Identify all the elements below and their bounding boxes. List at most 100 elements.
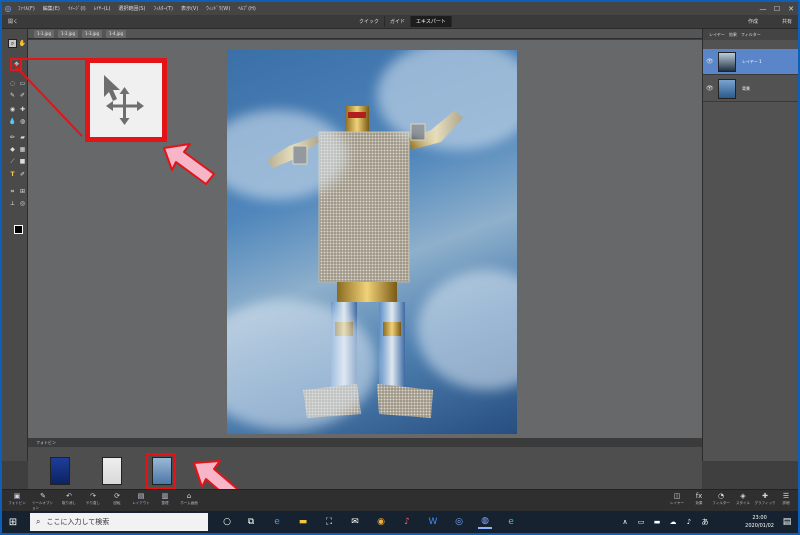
- shape-tool-icon[interactable]: ■: [18, 157, 27, 166]
- rotate-button[interactable]: ⟳ 回転: [106, 492, 128, 510]
- menu-bar: ◎ ﾌｧｲﾙ(F) 編集(E) ｲﾒｰｼﾞ(I) ﾚｲﾔｰ(L) 選択範囲(S)…: [2, 2, 798, 15]
- taskbar-search-input[interactable]: ⌕ ここに入力して検索: [30, 513, 208, 531]
- windows-start-icon[interactable]: ⊞: [6, 515, 20, 529]
- hand-tool-icon[interactable]: ✋: [18, 39, 27, 48]
- share-button[interactable]: 共有: [782, 18, 792, 25]
- doc-tab[interactable]: 1-1.jpg: [34, 29, 54, 38]
- menu-image[interactable]: ｲﾒｰｼﾞ(I): [64, 5, 90, 12]
- photo-bin-thumbnail[interactable]: [102, 457, 122, 485]
- panel-tab-effects[interactable]: 効果: [729, 32, 737, 38]
- mail-icon[interactable]: ✉: [348, 515, 362, 529]
- selected-thumbnail-highlight: [146, 453, 176, 489]
- document-image[interactable]: [227, 50, 517, 434]
- menu-view[interactable]: 表示(V): [177, 5, 202, 12]
- create-button[interactable]: 作成: [748, 18, 758, 25]
- more-button[interactable]: ☰ 詳細: [775, 492, 797, 510]
- menu-edit[interactable]: 編集(E): [39, 5, 64, 12]
- panel-tab-filters[interactable]: フィルター: [741, 32, 761, 38]
- menu-file[interactable]: ﾌｧｲﾙ(F): [14, 5, 39, 12]
- minimize-button[interactable]: —: [756, 5, 770, 13]
- recompose-tool-icon[interactable]: ⊞: [18, 187, 27, 196]
- menu-select[interactable]: 選択範囲(S): [114, 5, 149, 12]
- menu-window[interactable]: ｳｨﾝﾄﾞｳ(W): [202, 5, 234, 12]
- blur-tool-icon[interactable]: 💧: [8, 117, 17, 126]
- ime-icon[interactable]: あ: [698, 515, 712, 529]
- marquee-tool-icon[interactable]: ▭: [18, 79, 27, 88]
- layer-row[interactable]: 👁 レイヤー 1: [703, 49, 798, 75]
- filters-button[interactable]: ◔ フィルター: [710, 492, 732, 510]
- clock-date: 2020/01/02: [745, 523, 774, 529]
- doc-tab[interactable]: 1-3.jpg: [82, 29, 102, 38]
- speaker-icon[interactable]: ♪: [682, 515, 696, 529]
- lasso-tool-icon[interactable]: ◌: [8, 79, 17, 88]
- paint-bucket-icon[interactable]: ◆: [8, 145, 17, 154]
- open-button[interactable]: 開く: [8, 18, 18, 25]
- menu-filter[interactable]: ﾌｨﾙﾀｰ(T): [150, 5, 177, 12]
- layers-button[interactable]: ◫ レイヤー: [666, 492, 688, 510]
- pencil-tool-icon[interactable]: ✐: [18, 170, 27, 179]
- music-icon[interactable]: ♪: [400, 515, 414, 529]
- styles-button[interactable]: ◈ スタイル: [732, 492, 754, 510]
- eye-tool-icon[interactable]: ◉: [8, 105, 17, 114]
- file-explorer-icon[interactable]: ▬: [296, 515, 310, 529]
- maximize-button[interactable]: ☐: [770, 5, 784, 13]
- tab-expert[interactable]: エキスパート: [411, 16, 452, 27]
- eye-icon[interactable]: 👁: [706, 58, 714, 65]
- graphics-button[interactable]: ✚ グラフィック: [754, 492, 776, 510]
- photo-bin-thumbnail[interactable]: [50, 457, 70, 485]
- effects-button[interactable]: fx 効果: [688, 492, 710, 510]
- brush-tool-icon[interactable]: ✏: [8, 133, 17, 142]
- tool-options-button[interactable]: ✎ ツールオプション: [32, 492, 54, 510]
- chrome-icon[interactable]: ◉: [374, 515, 388, 529]
- doc-tab[interactable]: 1-2.jpg: [58, 29, 78, 38]
- redeye-tool-icon[interactable]: ◎: [18, 199, 27, 208]
- taskbar-clock[interactable]: 23:00 2020/01/02: [745, 514, 774, 530]
- zoom-tool-icon[interactable]: ⌕: [8, 39, 17, 48]
- close-button[interactable]: ✕: [784, 5, 798, 13]
- spot-heal-icon[interactable]: ✚: [18, 105, 27, 114]
- eyedropper-icon[interactable]: ⟋: [8, 157, 17, 166]
- photoshop-elements-icon[interactable]: ◎: [452, 515, 466, 529]
- sponge-tool-icon[interactable]: ◍: [18, 117, 27, 126]
- photoshop-elements-editor-icon[interactable]: ◍: [478, 515, 492, 529]
- type-tool-icon[interactable]: T: [8, 170, 17, 179]
- panel-header: レイヤー 効果 フィルター: [703, 29, 798, 40]
- tray-chevron-icon[interactable]: ∧: [618, 515, 632, 529]
- cloud-icon[interactable]: ☁: [666, 515, 680, 529]
- organizer-button[interactable]: ▥ 整理: [154, 492, 176, 510]
- layout-icon: ▤: [137, 492, 145, 500]
- undo-button[interactable]: ↶ 取り消し: [58, 492, 80, 510]
- word-icon[interactable]: W: [426, 515, 440, 529]
- layer-thumbnail: [718, 78, 736, 99]
- layout-button[interactable]: ▤ レイアウト: [130, 492, 152, 510]
- store-icon[interactable]: ⛶: [322, 515, 336, 529]
- volume-icon[interactable]: ▬: [650, 515, 664, 529]
- cortana-icon[interactable]: ○: [220, 515, 234, 529]
- crop-tool-icon[interactable]: ⌗: [8, 187, 17, 196]
- panel-tab-layers[interactable]: レイヤー: [709, 32, 725, 38]
- menu-layer[interactable]: ﾚｲﾔｰ(L): [90, 5, 115, 12]
- quick-select-tool-icon[interactable]: ✎: [8, 91, 17, 100]
- notification-icon[interactable]: ▤: [780, 515, 794, 529]
- layers-panel: レイヤー 効果 フィルター 👁 レイヤー 1 👁 背景: [702, 29, 798, 461]
- redo-button[interactable]: ↷ やり直し: [82, 492, 104, 510]
- photo-bin-label: フォトビン: [36, 439, 56, 445]
- edge-dev-icon[interactable]: e: [504, 515, 518, 529]
- eye-icon[interactable]: 👁: [706, 85, 714, 92]
- eraser-tool-icon[interactable]: ▰: [18, 133, 27, 142]
- menu-help[interactable]: ﾍﾙﾌﾟ(H): [234, 5, 260, 12]
- photo-bin-button[interactable]: ▣ フォトビン: [6, 492, 28, 510]
- tab-guided[interactable]: ガイド: [385, 16, 412, 27]
- network-icon[interactable]: ▭: [634, 515, 648, 529]
- layer-row[interactable]: 👁 背景: [703, 76, 798, 102]
- task-view-icon[interactable]: ⧉: [244, 515, 258, 529]
- gradient-tool-icon[interactable]: ▦: [18, 145, 27, 154]
- brush-select-icon[interactable]: ✐: [18, 91, 27, 100]
- home-button[interactable]: ⌂ ホーム画面: [178, 492, 200, 510]
- fx-icon: fx: [695, 492, 703, 500]
- doc-tab[interactable]: 1-4.jpg: [106, 29, 126, 38]
- tab-quick[interactable]: クイック: [354, 16, 386, 27]
- straighten-tool-icon[interactable]: ⟂: [8, 199, 17, 208]
- edge-icon[interactable]: e: [270, 515, 284, 529]
- foreground-color-swatch[interactable]: [14, 225, 23, 234]
